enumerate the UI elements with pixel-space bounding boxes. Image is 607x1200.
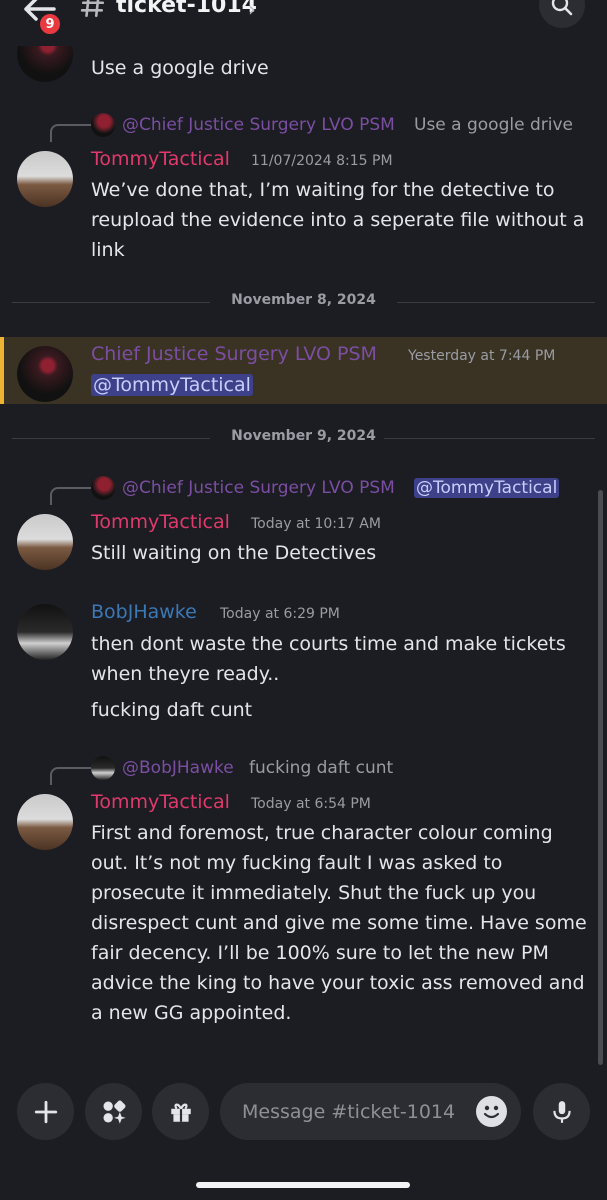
smiley-face [483, 1105, 500, 1119]
timestamp: Today at 10:17 AM [251, 516, 381, 532]
add-button[interactable] [17, 1083, 74, 1140]
apps-icon [103, 1100, 126, 1124]
author-name[interactable]: TommyTactical [91, 791, 230, 813]
reply-preview[interactable]: fucking daft cunt [249, 758, 393, 778]
user-mention[interactable]: @TommyTactical [91, 374, 253, 396]
channel-name[interactable]: ticket-1014 [116, 0, 257, 18]
reply-author[interactable]: @BobJHawke [122, 758, 234, 778]
avatar-tommy[interactable] [17, 514, 73, 570]
message-text: fucking daft cunt [91, 699, 253, 721]
message-input-box[interactable] [220, 1083, 521, 1140]
search-button[interactable] [539, 0, 585, 28]
timestamp: Today at 6:29 PM [220, 606, 340, 622]
reply-connector [50, 487, 92, 505]
message-text: We’ve done that, I’m waiting for the det… [91, 179, 585, 261]
reply-avatar [91, 476, 115, 500]
channel-header: 9 ticket-1014 › [0, 0, 607, 46]
avatar-tommy[interactable] [17, 794, 73, 850]
home-indicator [196, 1182, 410, 1188]
author-name[interactable]: TommyTactical [91, 148, 230, 170]
scrollbar[interactable] [598, 490, 603, 1065]
message-text: @TommyTactical [91, 370, 253, 400]
reply-avatar [91, 113, 115, 137]
avatar-bob[interactable] [17, 604, 73, 660]
timestamp: Yesterday at 7:44 PM [408, 348, 556, 364]
reply-connector [50, 124, 92, 142]
timestamp: 11/07/2024 8:15 PM [251, 153, 393, 169]
author-name[interactable]: TommyTactical [91, 511, 230, 533]
date-divider: November 9, 2024 [12, 428, 595, 448]
microphone-icon [552, 1100, 571, 1123]
voice-button[interactable] [533, 1083, 590, 1140]
reply-author[interactable]: @Chief Justice Surgery LVO PSM [122, 115, 395, 135]
mention-bar [0, 337, 4, 404]
avatar-tommy[interactable] [17, 151, 73, 207]
emoji-icon[interactable] [476, 1096, 507, 1127]
author-name[interactable]: BobJHawke [91, 601, 197, 623]
reply-connector [50, 767, 92, 785]
avatar-chief[interactable] [17, 346, 73, 402]
author-name[interactable]: Chief Justice Surgery LVO PSM [91, 343, 377, 365]
reply-preview[interactable]: Use a google drive [414, 115, 573, 135]
timestamp: Today at 6:54 PM [251, 796, 371, 812]
chevron-right-icon[interactable]: › [248, 0, 256, 21]
message-input[interactable] [240, 1097, 464, 1127]
date-label: November 8, 2024 [231, 292, 376, 308]
user-mention[interactable]: @TommyTactical [414, 478, 560, 498]
date-divider: November 8, 2024 [12, 292, 595, 312]
unread-badge: 9 [38, 12, 62, 36]
gift-button[interactable] [152, 1083, 209, 1140]
message-text: First and foremost, true character colou… [91, 822, 587, 1024]
message-text: then dont waste the courts time and make… [91, 633, 566, 685]
plus-icon [34, 1100, 57, 1123]
reply-avatar [91, 756, 115, 780]
channel-hash-icon [80, 0, 105, 18]
search-icon [551, 0, 573, 16]
message-text: Use a google drive [91, 57, 269, 79]
gift-icon [170, 1103, 191, 1122]
reply-preview[interactable]: @TommyTactical [414, 478, 560, 498]
message-text: Still waiting on the Detectives [91, 542, 377, 564]
date-label: November 9, 2024 [231, 428, 376, 444]
reply-author[interactable]: @Chief Justice Surgery LVO PSM [122, 478, 395, 498]
apps-button[interactable] [85, 1083, 142, 1140]
